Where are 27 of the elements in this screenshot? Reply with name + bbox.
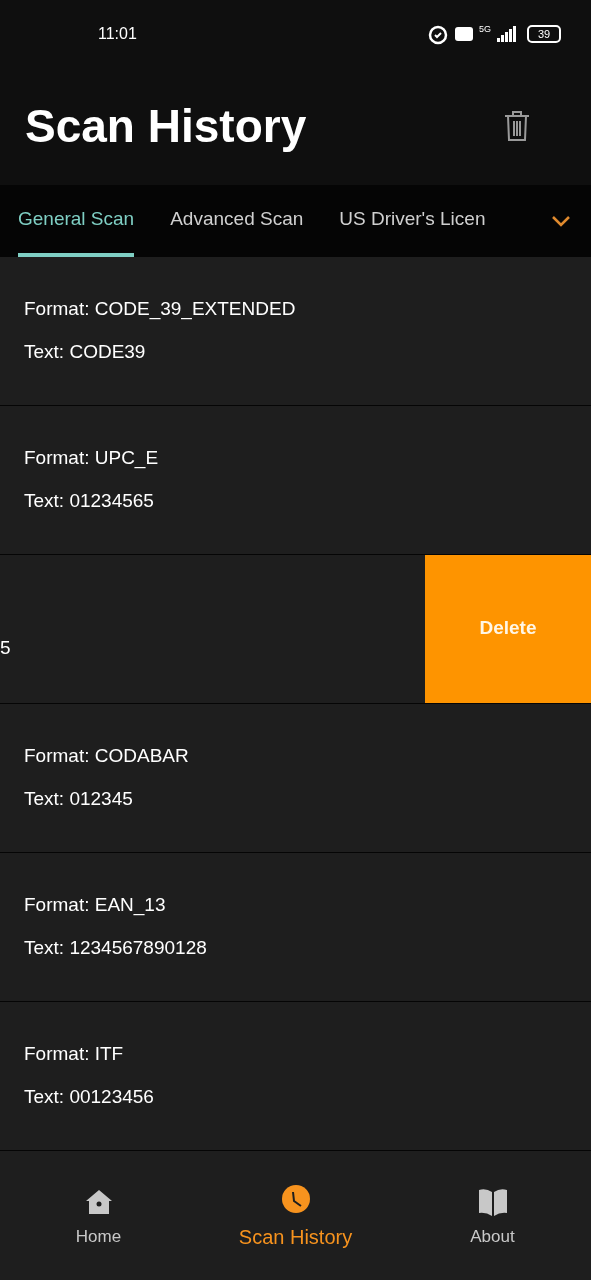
tab[interactable]: US Driver's Licen: [339, 185, 486, 257]
battery-icon: 39: [527, 24, 561, 43]
page-title: Scan History: [25, 98, 307, 154]
trash-icon[interactable]: [503, 110, 531, 143]
text-fragment: 5: [0, 636, 11, 661]
network-label: 5G: [479, 22, 491, 36]
text-line: Text: 1234567890128: [24, 935, 208, 960]
book-icon: [477, 1187, 508, 1216]
tab[interactable]: General Scan: [18, 185, 135, 257]
text-line: Text: 01234565: [24, 488, 155, 513]
format-line: Format: CODE_39_EXTENDED: [24, 297, 297, 322]
nav-item[interactable]: Scan History: [215, 1168, 376, 1253]
status-time: 11:01: [98, 23, 137, 44]
format-line: Format: CODABAR: [24, 744, 190, 769]
nav-item[interactable]: Home: [18, 1171, 179, 1250]
chevron-down-icon[interactable]: [551, 214, 571, 227]
clock-icon: [280, 1184, 311, 1215]
nav-item[interactable]: About: [412, 1171, 573, 1250]
text-line: Text: 012345: [24, 786, 134, 811]
tab[interactable]: Advanced Scan: [170, 185, 304, 257]
signal-icon: [497, 25, 517, 42]
format-line: Format: UPC_E: [24, 446, 160, 471]
text-line: Text: 00123456: [24, 1084, 155, 1109]
text-line: Text: CODE39: [24, 339, 147, 364]
house-icon: [84, 1187, 113, 1216]
format-line: Format: EAN_13: [24, 893, 167, 918]
format-line: Format: ITF: [24, 1042, 125, 1067]
